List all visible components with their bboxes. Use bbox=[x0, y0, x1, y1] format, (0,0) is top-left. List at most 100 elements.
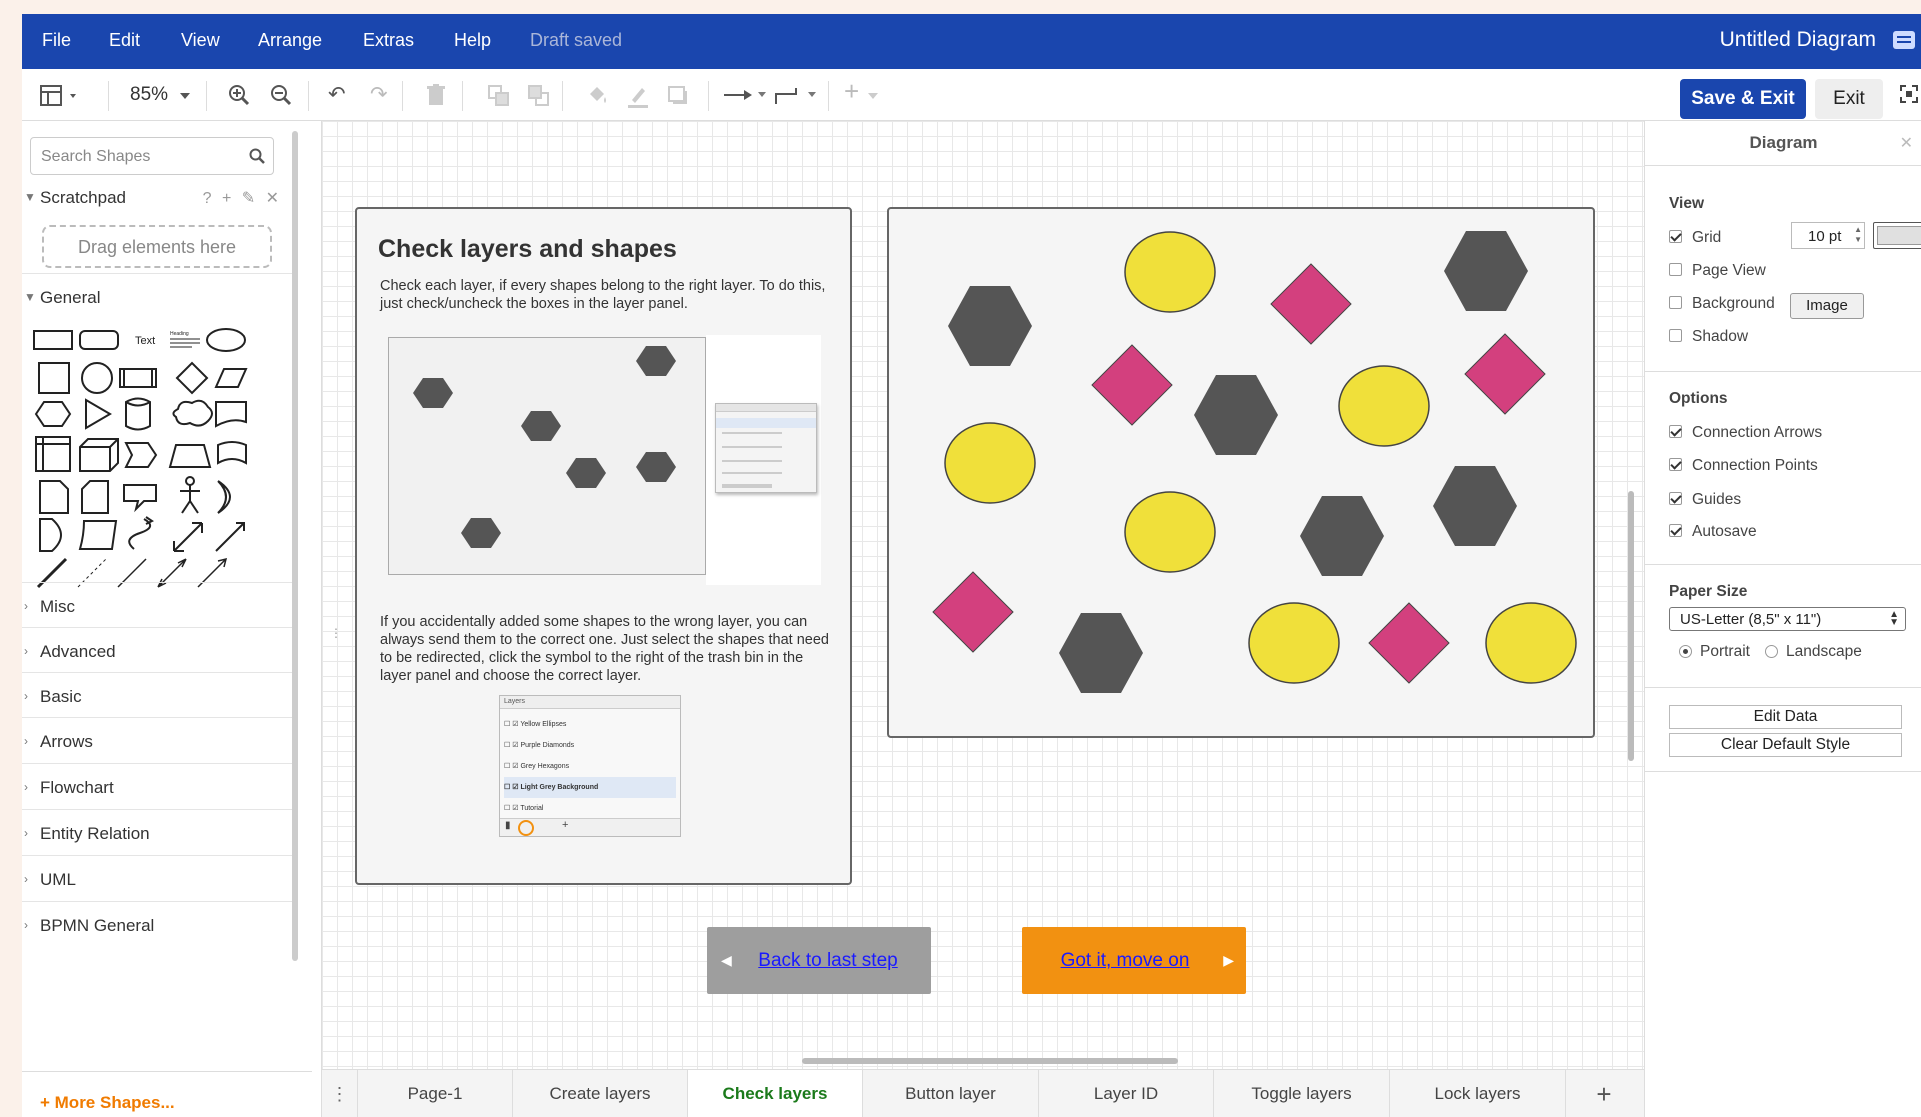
diagram-title[interactable]: Untitled Diagram bbox=[1720, 28, 1876, 52]
general-shapes-palette[interactable]: Text Heading bbox=[32, 321, 292, 591]
panels-icon[interactable] bbox=[40, 85, 82, 107]
close-icon[interactable]: ✕ bbox=[1900, 133, 1913, 153]
yellow-ellipse[interactable] bbox=[1248, 602, 1340, 684]
grey-hexagon[interactable] bbox=[1300, 496, 1384, 576]
tab-check-layers[interactable]: Check layers bbox=[688, 1070, 863, 1117]
waypoints-icon[interactable] bbox=[774, 86, 818, 106]
grey-hexagon[interactable] bbox=[1444, 231, 1528, 311]
shadow-icon[interactable] bbox=[668, 86, 690, 106]
menu-extras[interactable]: Extras bbox=[363, 30, 414, 51]
checkbox-unchecked-icon[interactable] bbox=[1669, 296, 1682, 309]
pink-diamond[interactable] bbox=[1368, 602, 1450, 684]
sidebar-item-basic[interactable]: › Basic bbox=[22, 672, 294, 716]
sidebar-item-flowchart[interactable]: › Flowchart bbox=[22, 763, 294, 807]
pink-diamond[interactable] bbox=[1091, 344, 1173, 426]
checkbox-checked-icon[interactable] bbox=[1669, 425, 1682, 438]
grid-color-swatch[interactable] bbox=[1873, 222, 1921, 249]
checkbox-checked-icon[interactable] bbox=[1669, 458, 1682, 471]
pink-diamond[interactable] bbox=[932, 571, 1014, 653]
search-icon[interactable] bbox=[249, 148, 265, 164]
vertical-scrollbar[interactable] bbox=[1628, 491, 1634, 761]
background-image-button[interactable]: Image bbox=[1790, 293, 1864, 319]
zoom-level[interactable]: 85% bbox=[130, 84, 168, 106]
background-checkbox[interactable]: Background bbox=[1669, 295, 1775, 313]
tutorial-card[interactable]: Check layers and shapes Check each layer… bbox=[355, 207, 852, 885]
sidebar-item-advanced[interactable]: › Advanced bbox=[22, 627, 294, 671]
sidebar-item-uml[interactable]: › UML bbox=[22, 855, 294, 899]
redo-icon[interactable]: ↷ bbox=[370, 84, 388, 106]
shapes-layer[interactable] bbox=[889, 209, 1597, 740]
got-it-move-on-button[interactable]: Got it, move on ▶ bbox=[1022, 927, 1246, 994]
yellow-ellipse[interactable] bbox=[1124, 491, 1216, 573]
sidebar-item-misc[interactable]: › Misc bbox=[22, 582, 294, 626]
search-shapes-input[interactable]: Search Shapes bbox=[30, 137, 274, 175]
line-color-icon[interactable] bbox=[626, 84, 650, 108]
checkbox-checked-icon[interactable] bbox=[1669, 524, 1682, 537]
portrait-radio[interactable]: Portrait bbox=[1679, 643, 1750, 661]
insert-dropdown-icon[interactable] bbox=[868, 93, 878, 99]
sidebar-scrollbar[interactable] bbox=[292, 131, 298, 961]
yellow-ellipse[interactable] bbox=[1485, 602, 1577, 684]
horizontal-scrollbar[interactable] bbox=[802, 1058, 1178, 1064]
yellow-ellipse[interactable] bbox=[1124, 231, 1216, 313]
to-back-icon[interactable] bbox=[528, 85, 550, 107]
more-shapes-button[interactable]: + More Shapes... bbox=[40, 1093, 175, 1113]
sidebar-item-entity-relation[interactable]: › Entity Relation bbox=[22, 809, 294, 853]
pink-diamond[interactable] bbox=[1270, 263, 1352, 345]
guides-checkbox[interactable]: Guides bbox=[1669, 491, 1741, 509]
exit-button[interactable]: Exit bbox=[1815, 79, 1883, 119]
fill-color-icon[interactable] bbox=[586, 84, 610, 108]
connection-arrows-checkbox[interactable]: Connection Arrows bbox=[1669, 424, 1822, 442]
shapes-board[interactable] bbox=[887, 207, 1595, 738]
back-to-last-step-button[interactable]: ◀ Back to last step bbox=[707, 927, 931, 994]
menu-view[interactable]: View bbox=[181, 30, 220, 51]
diagram-canvas[interactable]: Check layers and shapes Check each layer… bbox=[322, 121, 1644, 1069]
general-header[interactable]: ▼ General bbox=[22, 273, 294, 317]
shadow-checkbox[interactable]: Shadow bbox=[1669, 328, 1748, 346]
save-exit-button[interactable]: Save & Exit bbox=[1680, 79, 1806, 119]
delete-icon[interactable] bbox=[427, 84, 445, 106]
add-page-button[interactable]: + bbox=[1566, 1070, 1642, 1117]
stepper-icon[interactable]: ▲ ▼ bbox=[1854, 225, 1862, 245]
fullscreen-icon[interactable] bbox=[1900, 85, 1918, 103]
comments-icon[interactable] bbox=[1893, 31, 1915, 49]
menu-edit[interactable]: Edit bbox=[109, 30, 140, 51]
grid-size-input[interactable]: 10 pt ▲ ▼ bbox=[1791, 222, 1865, 249]
autosave-checkbox[interactable]: Autosave bbox=[1669, 523, 1757, 541]
edit-data-button[interactable]: Edit Data bbox=[1669, 705, 1902, 729]
scratchpad-header[interactable]: ▼ Scratchpad ? + ✎ ✕ bbox=[22, 174, 294, 218]
connection-points-checkbox[interactable]: Connection Points bbox=[1669, 457, 1818, 475]
to-front-icon[interactable] bbox=[488, 85, 510, 107]
pink-diamond[interactable] bbox=[1464, 333, 1546, 415]
menu-arrange[interactable]: Arrange bbox=[258, 30, 322, 51]
yellow-ellipse[interactable] bbox=[944, 422, 1036, 504]
tab-lock-layers[interactable]: Lock layers bbox=[1390, 1070, 1566, 1117]
tab-button-layer[interactable]: Button layer bbox=[863, 1070, 1039, 1117]
menu-file[interactable]: File bbox=[42, 30, 71, 51]
zoom-dropdown-icon[interactable] bbox=[180, 93, 190, 99]
menu-help[interactable]: Help bbox=[454, 30, 491, 51]
checkbox-checked-icon[interactable] bbox=[1669, 230, 1682, 243]
page-view-checkbox[interactable]: Page View bbox=[1669, 262, 1766, 280]
paper-size-select[interactable]: US-Letter (8,5" x 11") ▲ ▼ bbox=[1669, 607, 1906, 631]
radio-unselected-icon[interactable] bbox=[1765, 645, 1778, 658]
landscape-radio[interactable]: Landscape bbox=[1765, 643, 1862, 661]
yellow-ellipse[interactable] bbox=[1338, 365, 1430, 447]
sidebar-item-arrows[interactable]: › Arrows bbox=[22, 717, 294, 761]
grey-hexagon[interactable] bbox=[1059, 613, 1143, 693]
connection-style-icon[interactable] bbox=[724, 88, 768, 102]
splitter-handle-icon[interactable]: ⋮ bbox=[330, 626, 342, 640]
grey-hexagon[interactable] bbox=[1194, 375, 1278, 455]
insert-icon[interactable]: + bbox=[844, 78, 859, 104]
tab-page-1[interactable]: Page-1 bbox=[358, 1070, 513, 1117]
zoom-out-icon[interactable] bbox=[270, 84, 292, 106]
scratchpad-drop-zone[interactable]: Drag elements here bbox=[42, 225, 272, 268]
tab-create-layers[interactable]: Create layers bbox=[513, 1070, 688, 1117]
tab-toggle-layers[interactable]: Toggle layers bbox=[1214, 1070, 1390, 1117]
undo-icon[interactable]: ↶ bbox=[328, 84, 346, 106]
checkbox-checked-icon[interactable] bbox=[1669, 492, 1682, 505]
checkbox-unchecked-icon[interactable] bbox=[1669, 263, 1682, 276]
grid-checkbox[interactable]: Grid bbox=[1669, 229, 1721, 247]
zoom-in-icon[interactable] bbox=[228, 84, 250, 106]
checkbox-unchecked-icon[interactable] bbox=[1669, 329, 1682, 342]
